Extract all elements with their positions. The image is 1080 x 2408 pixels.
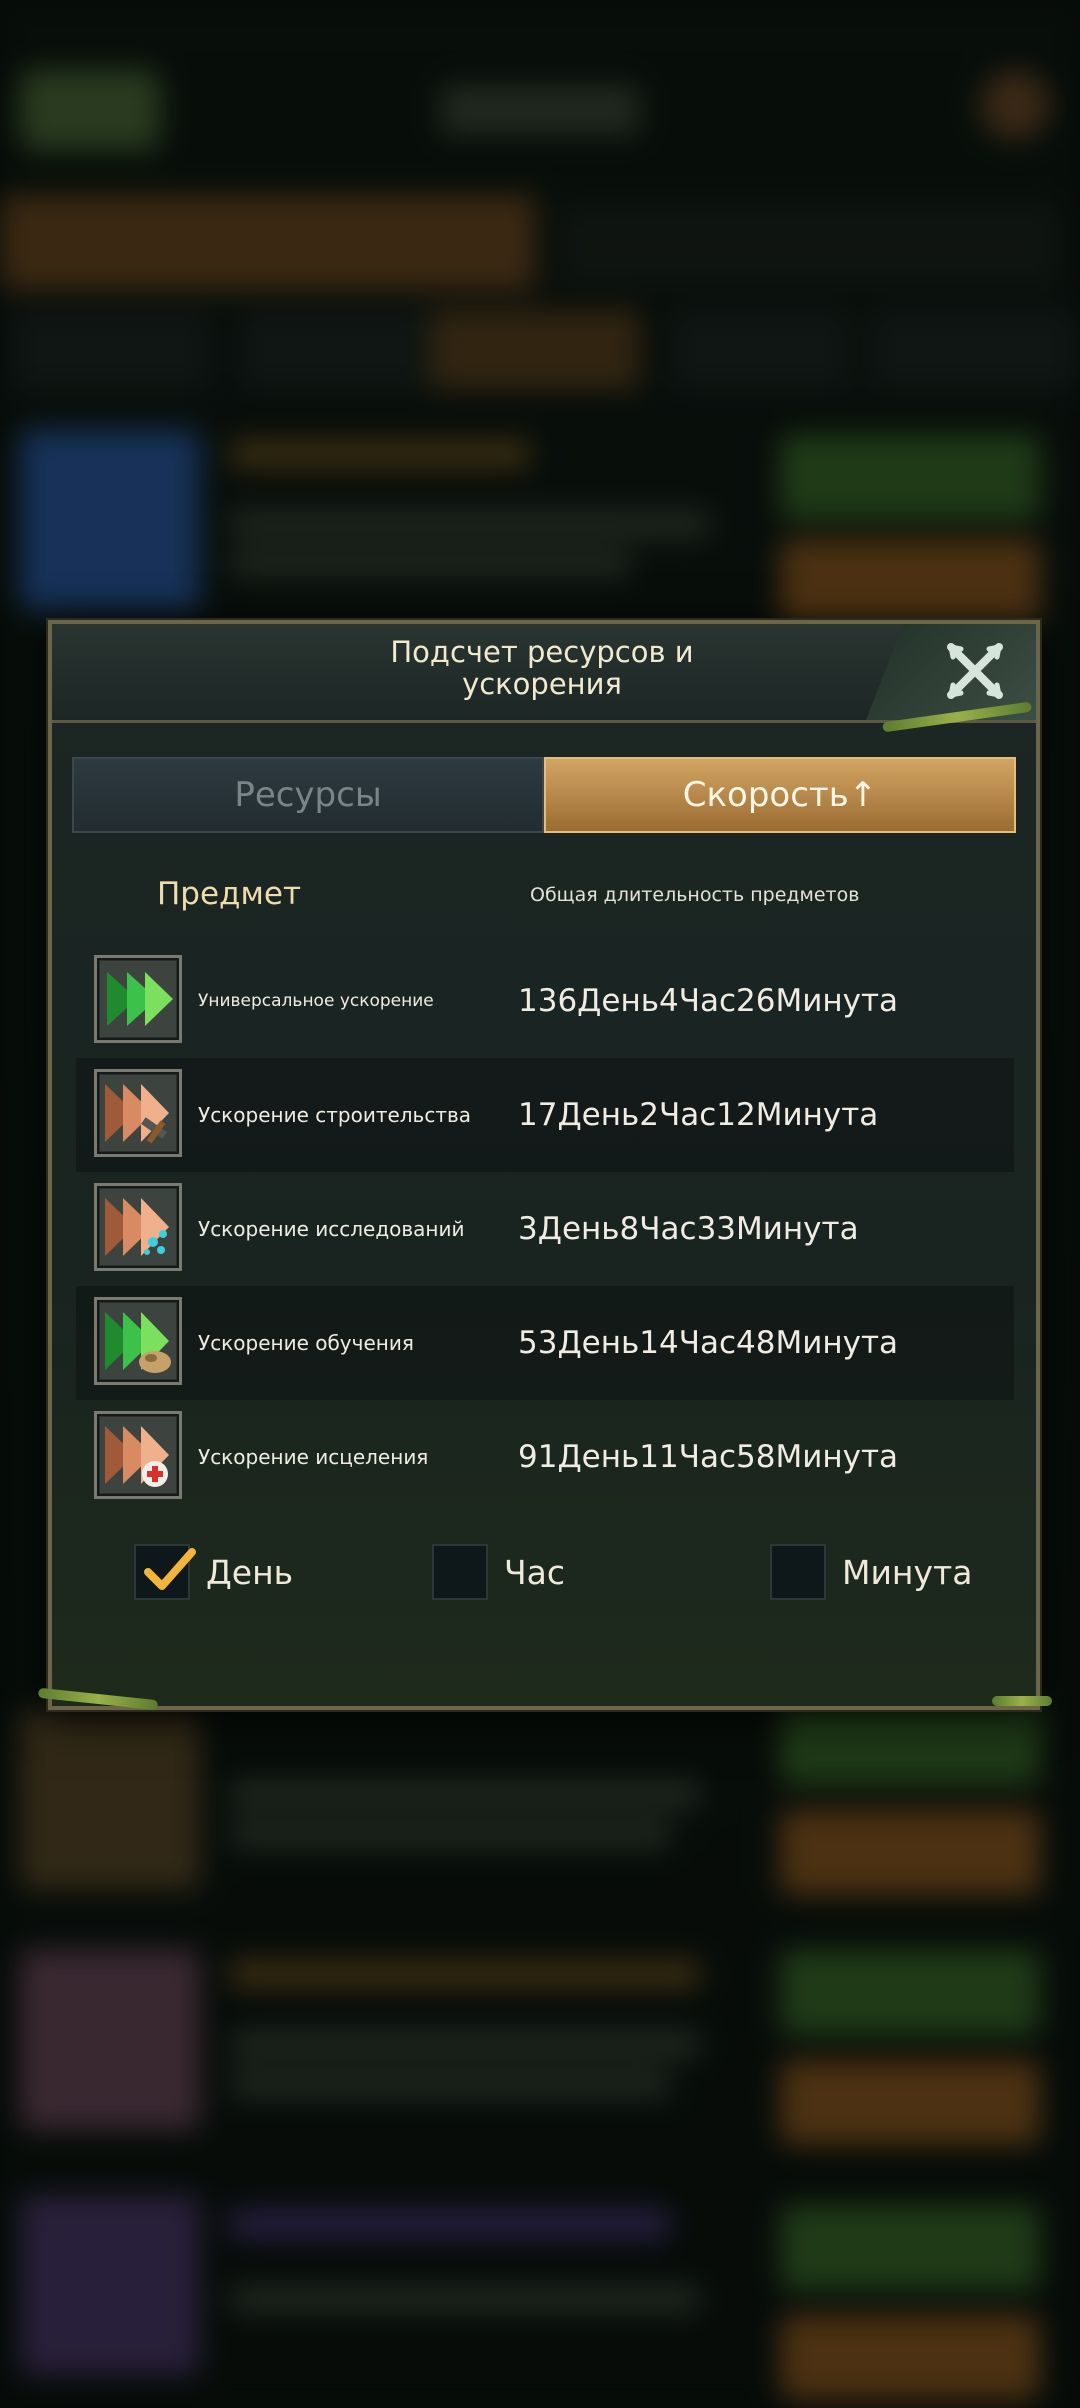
checkbox-day-box[interactable] — [134, 1544, 196, 1600]
item-name: Ускорение строительства — [198, 1103, 472, 1127]
list-item: Ускорение исследований 3День8Час33Минута — [76, 1172, 1014, 1286]
item-duration: 53День14Час48Минута — [518, 1325, 899, 1361]
checkbox-day-label: День — [206, 1552, 294, 1592]
list-item: Ускорение обучения 53День14Час48Минута — [76, 1286, 1014, 1400]
speedup-list: Универсальное ускорение 136День4Час26Мин… — [76, 944, 1014, 1514]
checkbox-day[interactable]: День — [134, 1544, 293, 1600]
dialog-header: Подсчет ресурсов и ускорения — [52, 624, 1036, 723]
item-name: Ускорение исцеления — [198, 1445, 429, 1469]
item-duration: 3День8Час33Минута — [518, 1211, 859, 1247]
speedup-calculation-dialog: Подсчет ресурсов и ускорения Ресурсы Ско… — [37, 620, 1052, 1711]
vine-decoration — [37, 1687, 159, 1711]
item-name: Ускорение обучения — [198, 1331, 414, 1355]
checkmark-icon — [144, 1548, 196, 1590]
close-x-icon — [947, 643, 1003, 699]
vine-decoration — [992, 1696, 1052, 1706]
training-speedup-icon — [94, 1297, 182, 1385]
close-button[interactable] — [940, 636, 1010, 706]
tab-bar: Ресурсы Скорость↑ — [72, 757, 1016, 833]
universal-speedup-icon — [94, 955, 182, 1043]
checkbox-hour-label: Час — [504, 1552, 565, 1592]
tab-speedup[interactable]: Скорость↑ — [544, 757, 1016, 833]
research-speedup-icon — [94, 1183, 182, 1271]
tab-speedup-label: Скорость↑ — [682, 775, 878, 815]
checkbox-hour-box[interactable] — [432, 1544, 488, 1600]
item-duration: 17День2Час12Минута — [518, 1097, 879, 1133]
item-duration: 91День11Час58Минута — [518, 1439, 899, 1475]
column-header-item: Предмет — [157, 876, 302, 912]
checkbox-minute-label: Минута — [842, 1552, 973, 1592]
tab-resources-label: Ресурсы — [234, 775, 382, 815]
item-name: Ускорение исследований — [198, 1217, 465, 1241]
checkbox-minute-box[interactable] — [770, 1544, 826, 1600]
tab-resources[interactable]: Ресурсы — [72, 757, 544, 833]
dialog-title-line2: ускорения — [462, 667, 622, 701]
healing-speedup-icon — [94, 1411, 182, 1499]
unit-options: День Час Минута — [52, 1544, 1036, 1614]
list-item: Универсальное ускорение 136День4Час26Мин… — [76, 944, 1014, 1058]
list-item: Ускорение исцеления 91День11Час58Минута — [76, 1400, 1014, 1514]
dialog-title: Подсчет ресурсов и ускорения — [252, 636, 832, 700]
item-name: Универсальное ускорение — [198, 991, 434, 1011]
list-item: Ускорение строительства 17День2Час12Мину… — [76, 1058, 1014, 1172]
construction-speedup-icon — [94, 1069, 182, 1157]
column-header-duration: Общая длительность предметов — [530, 884, 860, 906]
checkbox-hour[interactable]: Час — [432, 1544, 565, 1600]
item-duration: 136День4Час26Минута — [518, 983, 899, 1019]
checkbox-minute[interactable]: Минута — [770, 1544, 972, 1600]
dialog-title-line1: Подсчет ресурсов и — [390, 635, 694, 669]
